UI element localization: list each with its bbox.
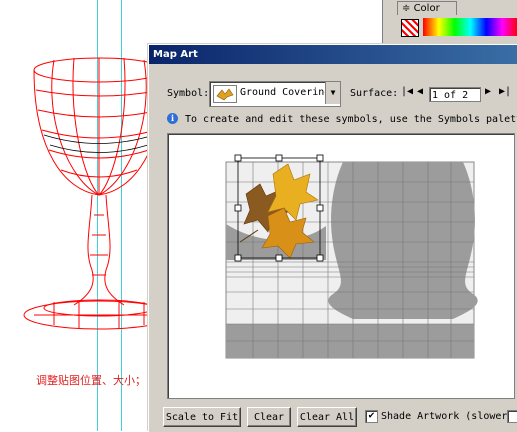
symbol-select[interactable]: Ground Covering ▼ — [209, 81, 341, 107]
scale-to-fit-button[interactable]: Scale to Fit — [163, 407, 241, 427]
symbol-thumbnail — [213, 85, 237, 103]
next-surface-button[interactable]: ▶ — [485, 86, 491, 97]
map-art-dialog: Map Art Symbol: Ground Covering ▼ Surfac… — [148, 44, 517, 432]
last-surface-button[interactable]: ▶| — [499, 86, 511, 97]
chevron-down-icon[interactable]: ▼ — [325, 82, 340, 104]
color-spectrum-bar[interactable] — [423, 18, 517, 36]
dialog-title: Map Art — [149, 45, 517, 64]
symbol-label: Symbol: — [167, 88, 210, 99]
surface-preview[interactable] — [167, 133, 515, 399]
clear-button[interactable]: Clear — [247, 407, 291, 427]
prev-surface-button[interactable]: ◀ — [417, 86, 423, 97]
shade-artwork-label: Shade Artwork (slower) — [381, 411, 514, 422]
hide-geometry-checkbox[interactable] — [507, 410, 517, 423]
surface-label: Surface: — [350, 88, 399, 99]
shade-artwork-checkbox[interactable]: ✔ — [365, 410, 378, 423]
first-surface-button[interactable]: |◀ — [401, 86, 413, 97]
tab-color-label: Color — [413, 3, 440, 14]
panel-menu-icon: ≑ — [402, 3, 411, 14]
fill-swatch[interactable] — [401, 19, 419, 37]
tab-color[interactable]: ≑ Color — [397, 1, 457, 15]
surface-map-grid[interactable] — [168, 134, 514, 398]
canvas-caption: 调整贴图位置、大小； — [36, 374, 146, 387]
surface-field[interactable]: 1 of 2 — [429, 87, 481, 102]
info-icon: i — [167, 113, 178, 124]
clear-all-button[interactable]: Clear All — [297, 407, 357, 427]
info-text: To create and edit these symbols, use th… — [185, 114, 517, 125]
color-panel: ≑ Color — [382, 0, 517, 46]
symbol-select-value: Ground Covering — [240, 87, 331, 98]
